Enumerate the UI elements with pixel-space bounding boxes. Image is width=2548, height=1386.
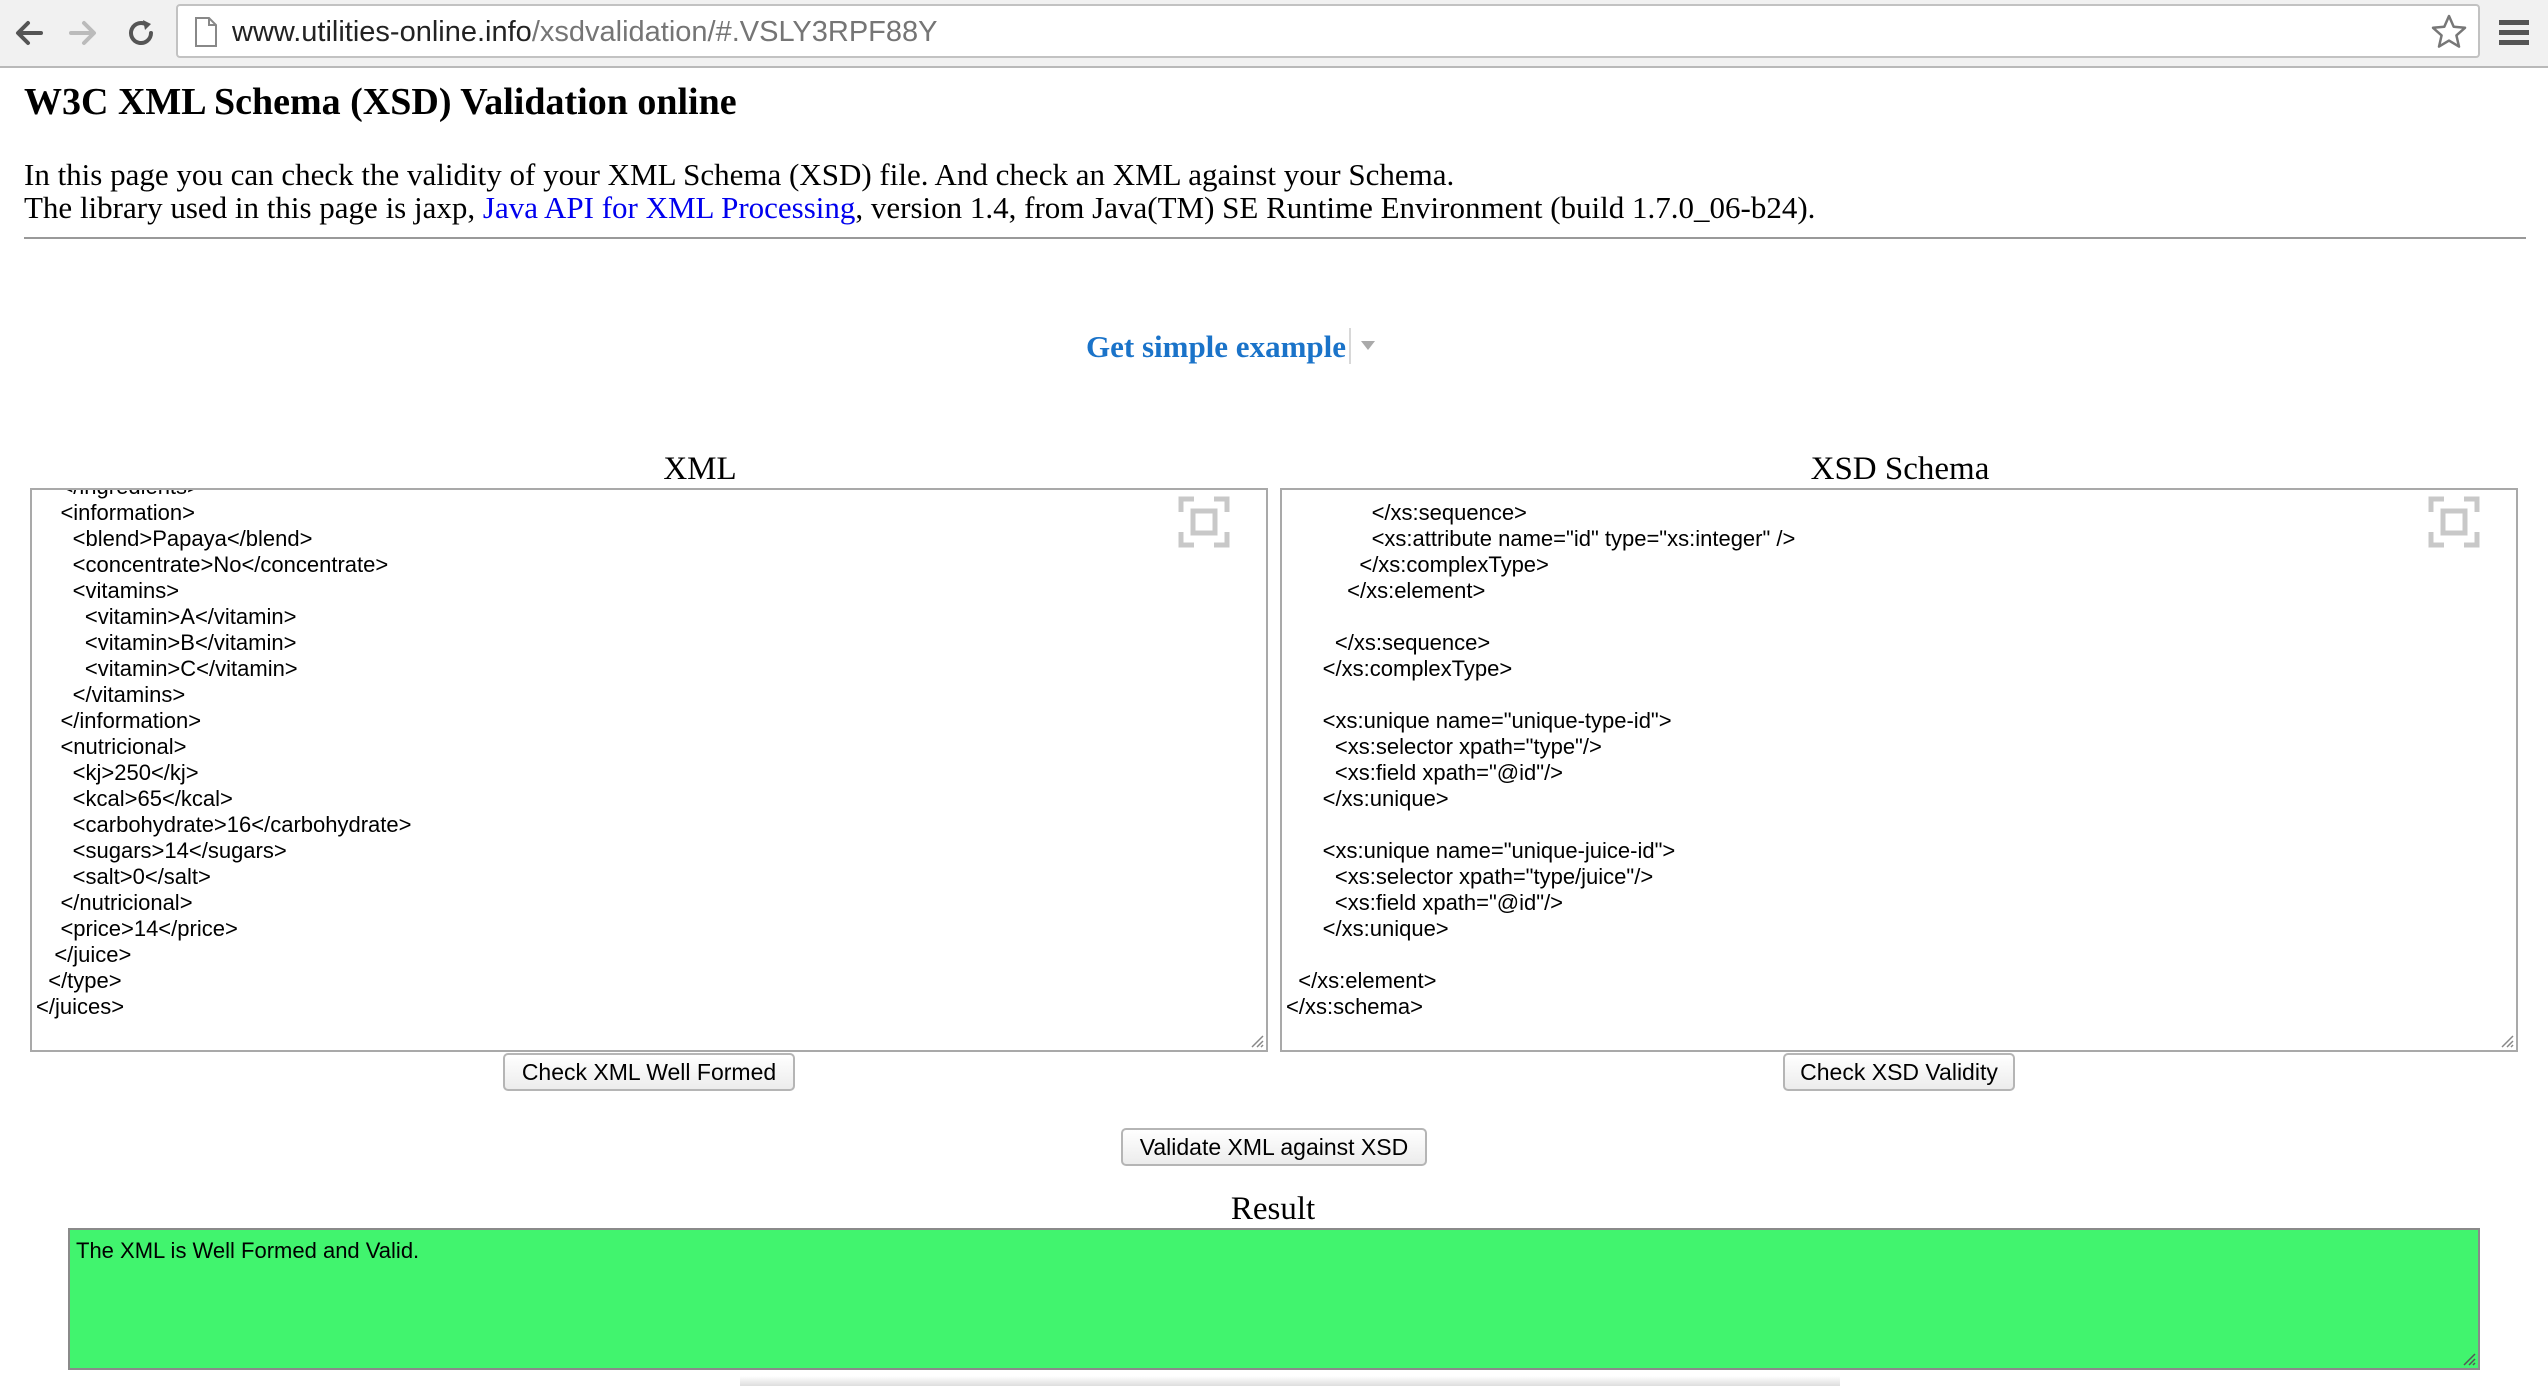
intro-text: In this page you can check the validity … (24, 158, 1815, 224)
jaxp-link[interactable]: Java API for XML Processing (483, 190, 856, 225)
intro-line-2: The library used in this page is jaxp, J… (24, 191, 1815, 224)
reload-button[interactable] (118, 10, 164, 56)
xsd-editor-content[interactable]: </xs:sequence> <xs:attribute name="id" t… (1286, 500, 1795, 1020)
result-text: The XML is Well Formed and Valid. (76, 1238, 420, 1263)
back-arrow-icon (16, 21, 43, 45)
fullscreen-icon[interactable] (2428, 496, 2480, 548)
chevron-down-icon[interactable] (1360, 340, 1376, 352)
forward-button[interactable] (60, 10, 106, 56)
divider (24, 237, 2526, 239)
page-icon (195, 17, 217, 47)
resize-grip-icon[interactable] (1250, 1034, 1264, 1048)
check-xsd-validity-button[interactable]: Check XSD Validity (1783, 1053, 2015, 1091)
address-bar[interactable]: www.utilities-online.info/xsdvalidation/… (176, 4, 2480, 58)
xml-label: XML (663, 451, 737, 487)
back-button[interactable] (6, 10, 52, 56)
example-separator (1349, 328, 1351, 364)
intro-prefix: The library used in this page is jaxp, (24, 190, 483, 225)
browser-toolbar: www.utilities-online.info/xsdvalidation/… (0, 0, 2548, 68)
url-text[interactable]: www.utilities-online.info/xsdvalidation/… (232, 16, 938, 48)
check-xml-well-formed-button[interactable]: Check XML Well Formed (503, 1053, 795, 1091)
get-simple-example-button[interactable]: Get simple example (1086, 329, 1346, 365)
resize-grip-icon[interactable] (2500, 1034, 2514, 1048)
resize-grip-icon[interactable] (2462, 1352, 2476, 1366)
result-box[interactable]: The XML is Well Formed and Valid. (68, 1228, 2480, 1370)
forward-arrow-icon (69, 21, 96, 45)
fullscreen-icon[interactable] (1178, 496, 1230, 548)
url-host: www.utilities-online.info (232, 16, 532, 48)
xsd-editor[interactable]: </xs:sequence> <xs:attribute name="id" t… (1280, 488, 2518, 1052)
hamburger-menu-icon[interactable] (2496, 14, 2532, 50)
reload-icon (129, 20, 153, 45)
xml-editor-content[interactable]: </ingredients> <information> <blend>Papa… (36, 490, 411, 1020)
result-label: Result (1230, 1191, 1316, 1227)
validate-xml-against-xsd-button[interactable]: Validate XML against XSD (1121, 1128, 1427, 1166)
xsd-label: XSD Schema (1810, 451, 1990, 487)
xml-editor[interactable]: </ingredients> <information> <blend>Papa… (30, 488, 1268, 1052)
intro-line-1: In this page you can check the validity … (24, 157, 1455, 192)
page-title: W3C XML Schema (XSD) Validation online (24, 81, 737, 123)
star-icon[interactable] (2430, 13, 2468, 51)
intro-suffix: , version 1.4, from Java(TM) SE Runtime … (855, 190, 1816, 225)
url-path: /xsdvalidation/#.VSLY3RPF88Y (531, 16, 938, 48)
page-bottom-shadow (740, 1376, 1840, 1386)
